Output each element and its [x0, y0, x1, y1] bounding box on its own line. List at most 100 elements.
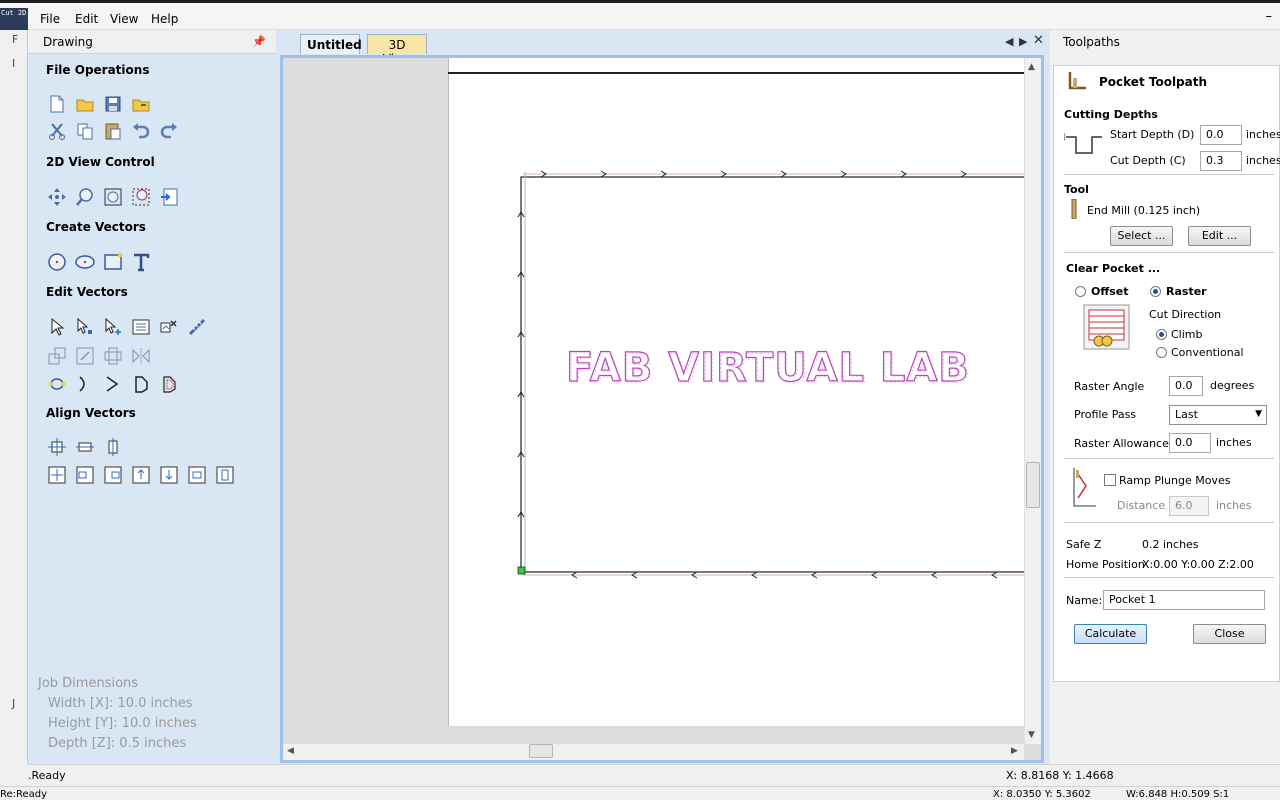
menu-help[interactable]: Help [151, 12, 178, 26]
center-in-material-icon[interactable] [46, 436, 68, 458]
climb-radio[interactable] [1156, 329, 1167, 340]
status-bar-secondary: Re:Ready X: 8.0350 Y: 5.3602 W:6.848 H:0… [0, 786, 1280, 800]
select-pointer-icon[interactable] [46, 316, 68, 338]
cut-icon[interactable] [46, 120, 68, 142]
edit-tool-button[interactable]: Edit ... [1188, 226, 1251, 246]
raster-radio[interactable] [1150, 286, 1161, 297]
text-tool-icon[interactable] [130, 251, 152, 273]
start-depth-input[interactable]: 0.0 [1200, 125, 1242, 145]
scroll-up-icon[interactable]: ▲ [1028, 62, 1035, 72]
start-point-marker[interactable] [517, 566, 526, 575]
join-vectors-icon[interactable] [46, 373, 68, 395]
measure-tool-icon[interactable] [186, 316, 208, 338]
pocket-toolpath-icon [1068, 72, 1086, 90]
horizontal-scroll-thumb[interactable] [529, 744, 553, 758]
climb-label[interactable]: Climb [1171, 328, 1203, 341]
paste-icon[interactable] [102, 120, 124, 142]
strip-tab-file[interactable]: F [12, 33, 18, 46]
open-folder-icon[interactable] [74, 93, 96, 115]
vertical-scroll-thumb[interactable] [1026, 462, 1040, 508]
ramp-plunge-checkbox[interactable] [1104, 474, 1116, 486]
app-icon[interactable]: Cut 2D [0, 8, 28, 30]
align-both-icon[interactable] [46, 464, 68, 486]
offset-label[interactable]: Offset [1091, 285, 1129, 298]
offset-icon[interactable] [158, 373, 180, 395]
align-top-icon[interactable] [130, 464, 152, 486]
divider [1064, 458, 1274, 459]
strip-tab-job[interactable]: J [12, 697, 15, 710]
tab-untitled[interactable]: Untitled [300, 34, 362, 54]
divider [1064, 174, 1274, 175]
menu-bar: Cut 2D File Edit View Help – [0, 3, 1280, 30]
move-icon[interactable] [46, 345, 68, 367]
rotate-icon[interactable] [102, 345, 124, 367]
strip-tab-item[interactable]: I [12, 57, 15, 70]
cut-depth-unit: inches [1246, 154, 1280, 167]
toolpath-name-input[interactable]: Pocket 1 [1103, 590, 1265, 610]
pan-icon[interactable] [46, 186, 68, 208]
align-middle-icon[interactable] [102, 436, 124, 458]
raster-allowance-unit: inches [1216, 436, 1252, 449]
ramp-plunge-label[interactable]: Ramp Plunge Moves [1119, 474, 1230, 487]
collapsed-panel-strip: F I J [0, 30, 28, 764]
align-horizontal-center-icon[interactable] [186, 464, 208, 486]
interactive-transform-icon[interactable] [102, 316, 124, 338]
raster-angle-input[interactable]: 0.0 [1169, 376, 1203, 396]
trim-vectors-icon[interactable] [102, 373, 124, 395]
zoom-selection-icon[interactable] [130, 186, 152, 208]
ramp-distance-input[interactable]: 6.0 [1169, 496, 1209, 516]
import-folder-icon[interactable] [130, 93, 152, 115]
profile-pass-select[interactable]: Last ▼ [1169, 405, 1267, 425]
next-tab-icon[interactable]: ▶ [1019, 35, 1027, 48]
job-dimensions-title: Job Dimensions [38, 676, 139, 691]
raster-allowance-input[interactable]: 0.0 [1169, 433, 1211, 453]
circle-tool-icon[interactable] [46, 251, 68, 273]
tool-title: Tool [1064, 183, 1089, 196]
zoom-icon[interactable] [74, 186, 96, 208]
redo-icon[interactable] [158, 120, 180, 142]
save-icon[interactable] [102, 93, 124, 115]
zoom-extents-icon[interactable] [102, 186, 124, 208]
mirror-icon[interactable] [130, 345, 152, 367]
horizontal-scrollbar[interactable] [283, 743, 1024, 760]
rectangle-tool-icon[interactable] [102, 251, 124, 273]
drawing-canvas[interactable]: FAB VIRTUAL LAB FAB VIRTUAL LAB [448, 74, 1024, 726]
menu-file[interactable]: File [40, 12, 60, 26]
scroll-left-icon[interactable]: ◀ [287, 746, 294, 756]
scroll-down-icon[interactable]: ▼ [1028, 730, 1035, 740]
previous-tab-icon[interactable]: ◀ [1005, 35, 1013, 48]
align-center-icon[interactable] [74, 436, 96, 458]
scroll-right-icon[interactable]: ▶ [1011, 746, 1018, 756]
align-bottom-icon[interactable] [158, 464, 180, 486]
node-edit-icon[interactable] [74, 316, 96, 338]
new-file-icon[interactable] [46, 93, 68, 115]
menu-edit[interactable]: Edit [75, 12, 98, 26]
menu-view[interactable]: View [110, 12, 138, 26]
ellipse-tool-icon[interactable] [74, 251, 96, 273]
align-left-icon[interactable] [74, 464, 96, 486]
align-right-icon[interactable] [102, 464, 124, 486]
close-tab-icon[interactable]: ✕ [1033, 33, 1044, 48]
align-vertical-center-icon[interactable] [214, 464, 236, 486]
close-vector-icon[interactable] [74, 373, 96, 395]
scale-icon[interactable] [74, 345, 96, 367]
view-page-icon[interactable] [158, 186, 180, 208]
cut-depth-input[interactable]: 0.3 [1200, 151, 1242, 171]
minimize-icon[interactable]: – [1266, 9, 1273, 24]
select-tool-button[interactable]: Select ... [1110, 226, 1173, 246]
conventional-radio[interactable] [1156, 347, 1167, 358]
undo-icon[interactable] [130, 120, 152, 142]
close-button[interactable]: Close [1193, 624, 1266, 644]
vertical-scrollbar[interactable] [1024, 58, 1041, 744]
fillet-icon[interactable] [130, 373, 152, 395]
toolpaths-panel-title: Toolpaths [1063, 35, 1120, 49]
pin-icon[interactable]: 📌 [252, 35, 266, 48]
conventional-label[interactable]: Conventional [1171, 346, 1244, 359]
delete-vectors-icon[interactable] [158, 316, 180, 338]
calculate-button[interactable]: Calculate [1074, 624, 1147, 644]
offset-radio[interactable] [1075, 286, 1086, 297]
raster-label[interactable]: Raster [1166, 285, 1207, 298]
select-by-layer-icon[interactable] [130, 316, 152, 338]
copy-icon[interactable] [74, 120, 96, 142]
tab-3d-view[interactable]: 3D View [367, 34, 427, 66]
